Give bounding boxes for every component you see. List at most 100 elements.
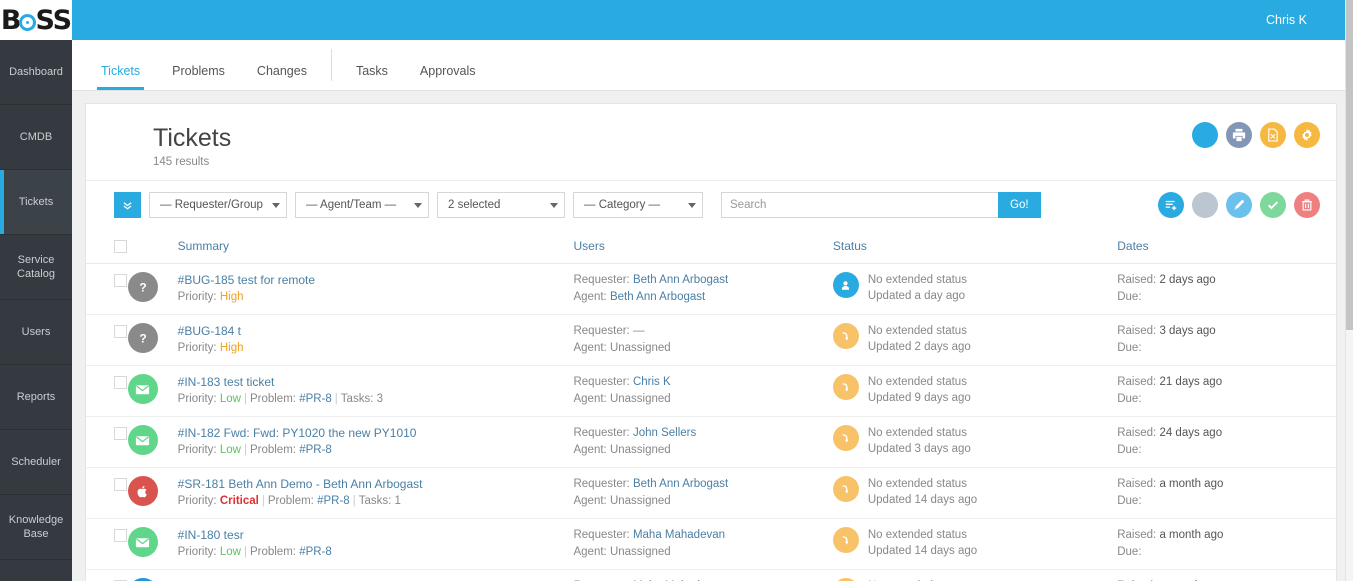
column-users[interactable]: Users: [573, 229, 833, 264]
agent-label: Agent:: [573, 393, 607, 405]
problem-link[interactable]: #PR-8: [299, 444, 332, 456]
status-arrow-icon: [832, 425, 859, 451]
dates-cell: Raised: 21 days ago Due:: [1117, 365, 1336, 417]
priority-label: Priority:: [177, 444, 217, 456]
dates-cell: Raised: 2 days ago Due:: [1117, 263, 1336, 315]
requester-label: Requester:: [573, 376, 630, 388]
table-row[interactable]: #SR-181 Beth Ann Demo - Beth Ann Arbogas…: [86, 467, 1336, 519]
scrollbar-thumb[interactable]: [1346, 0, 1353, 330]
sidebar-item-reports[interactable]: Reports: [0, 365, 72, 430]
ticket-summary-link[interactable]: #BUG-184 t: [178, 324, 241, 338]
agent-team-filter[interactable]: — Agent/Team —: [295, 192, 429, 218]
settings-button[interactable]: [1294, 122, 1320, 148]
agent-value: Unassigned: [609, 393, 671, 405]
sidebar-item-dashboard[interactable]: Dashboard: [0, 40, 72, 105]
row-checkbox[interactable]: [114, 376, 127, 389]
sidebar-item-users[interactable]: Users: [0, 300, 72, 365]
agent-value[interactable]: Beth Ann Arbogast: [610, 291, 705, 303]
ticket-type-cell: [127, 416, 178, 468]
ticket-summary-link[interactable]: #BUG-185 test for remote: [178, 273, 315, 287]
table-row[interactable]: ? #BUG-185 test for remote Priority: High R…: [86, 263, 1336, 315]
meta-separator: |: [334, 393, 338, 405]
user-avatar-button[interactable]: [1192, 122, 1218, 148]
sidebar-item-knowledge-base[interactable]: Knowledge Base: [0, 495, 72, 560]
requester-value[interactable]: Beth Ann Arbogast: [633, 274, 728, 286]
column-status[interactable]: Status: [832, 229, 1118, 264]
sidebar-item-scheduler[interactable]: Scheduler: [0, 430, 72, 495]
question-icon: ?: [127, 272, 158, 302]
ticket-summary-link[interactable]: #SR-181 Beth Ann Demo - Beth Ann Arbogas…: [178, 477, 423, 491]
edit-button[interactable]: [1226, 192, 1252, 218]
tab-tasks[interactable]: Tasks: [340, 64, 404, 90]
row-checkbox[interactable]: [114, 478, 127, 491]
meta-separator: |: [243, 393, 247, 405]
new-ticket-button[interactable]: [1158, 192, 1184, 218]
table-row[interactable]: ? #BUG-184 t Priority: High Requester: — Age…: [86, 314, 1336, 366]
boss-logo[interactable]: B SS: [0, 0, 72, 40]
row-checkbox[interactable]: [114, 427, 127, 440]
raised-label: Raised:: [1117, 376, 1157, 388]
agent-value: Unassigned: [609, 546, 671, 558]
meta-separator: |: [243, 444, 247, 456]
page-scrollbar[interactable]: [1345, 0, 1353, 581]
delete-button[interactable]: [1294, 192, 1320, 218]
select-all-checkbox[interactable]: [114, 240, 127, 253]
current-user-label[interactable]: Chris K: [1266, 13, 1345, 27]
column-summary[interactable]: Summary: [177, 229, 574, 264]
tab-changes[interactable]: Changes: [241, 64, 323, 90]
ticket-summary-link[interactable]: #IN-182 Fwd: Fwd: PY1020 the new PY1010: [178, 426, 417, 440]
row-checkbox[interactable]: [114, 274, 127, 287]
status-filter[interactable]: 2 selected: [437, 192, 565, 218]
table-row[interactable]: #IN-182 Fwd: Fwd: PY1020 the new PY1010 P…: [86, 416, 1336, 468]
sidebar-item-cmdb[interactable]: CMDB: [0, 105, 72, 170]
expand-filters-button[interactable]: [114, 192, 141, 218]
tab-approvals[interactable]: Approvals: [404, 64, 492, 90]
row-checkbox[interactable]: [114, 325, 127, 338]
ticket-type-cell: [127, 518, 178, 570]
ticket-summary-link[interactable]: #IN-180 tesr: [178, 528, 244, 542]
extended-status-text: No extended status: [867, 376, 967, 388]
ticket-meta: Priority: Low | Problem: #PR-8 | Tasks: 3: [178, 391, 574, 407]
filter-bar: — Requester/Group – — Agent/Team — 2 sel…: [86, 180, 1336, 229]
requester-value[interactable]: Maha Mahadevan: [633, 529, 725, 541]
search-go-button[interactable]: Go!: [998, 192, 1041, 218]
column-dates[interactable]: Dates: [1117, 229, 1336, 264]
users-cell: Requester: John Sellers Agent: Unassigned: [573, 416, 833, 468]
sidebar-item-service-catalog[interactable]: Service Catalog: [0, 235, 72, 300]
sidebar-item-tickets[interactable]: Tickets: [0, 170, 72, 235]
tab-tickets[interactable]: Tickets: [85, 64, 156, 90]
merge-button[interactable]: [1192, 192, 1218, 218]
requester-value[interactable]: Chris K: [633, 376, 671, 388]
bulk-action-buttons: [1158, 192, 1320, 218]
table-row[interactable]: #IN-183 test ticket Priority: Low | Problem…: [86, 365, 1336, 417]
table-header: Summary Users Status Dates: [86, 229, 1336, 264]
row-select-cell: [86, 314, 128, 366]
ticket-meta: Priority: Critical | Problem: #PR-8 | Tasks:…: [178, 493, 574, 509]
requester-group-filter[interactable]: — Requester/Group –: [149, 192, 287, 218]
raised-value: 3 days ago: [1159, 325, 1216, 337]
ticket-summary-link[interactable]: #IN-183 test ticket: [178, 375, 275, 389]
tab-problems[interactable]: Problems: [156, 64, 241, 90]
column-type: [127, 229, 178, 264]
raised-label: Raised:: [1117, 529, 1157, 541]
priority-value: Low: [219, 393, 241, 405]
status-arrow-icon: [832, 527, 859, 553]
updated-text: Updated 3 days ago: [867, 443, 971, 455]
sidebar-label-tickets: Tickets: [18, 196, 54, 208]
due-label: Due:: [1117, 444, 1142, 456]
row-checkbox[interactable]: [114, 529, 127, 542]
requester-value[interactable]: Beth Ann Arbogast: [633, 478, 728, 490]
requester-value[interactable]: John Sellers: [633, 427, 696, 439]
problem-link[interactable]: #PR-8: [299, 546, 332, 558]
export-button[interactable]: [1260, 122, 1286, 148]
problem-link[interactable]: #PR-8: [317, 495, 350, 507]
requester-label: Requester:: [573, 325, 630, 337]
problem-link[interactable]: #PR-8: [299, 393, 332, 405]
category-filter[interactable]: — Category —: [573, 192, 703, 218]
summary-cell: #SR-181 Beth Ann Demo - Beth Ann Arbogas…: [177, 467, 574, 519]
table-row[interactable]: #IN-179 TestPriority: Low|Problem: #PR-8…: [86, 569, 1336, 581]
search-input[interactable]: [721, 192, 998, 218]
resolve-button[interactable]: [1260, 192, 1286, 218]
print-button[interactable]: [1226, 122, 1252, 148]
table-row[interactable]: #IN-180 tesr Priority: Low | Problem: #PR-8…: [86, 518, 1336, 570]
